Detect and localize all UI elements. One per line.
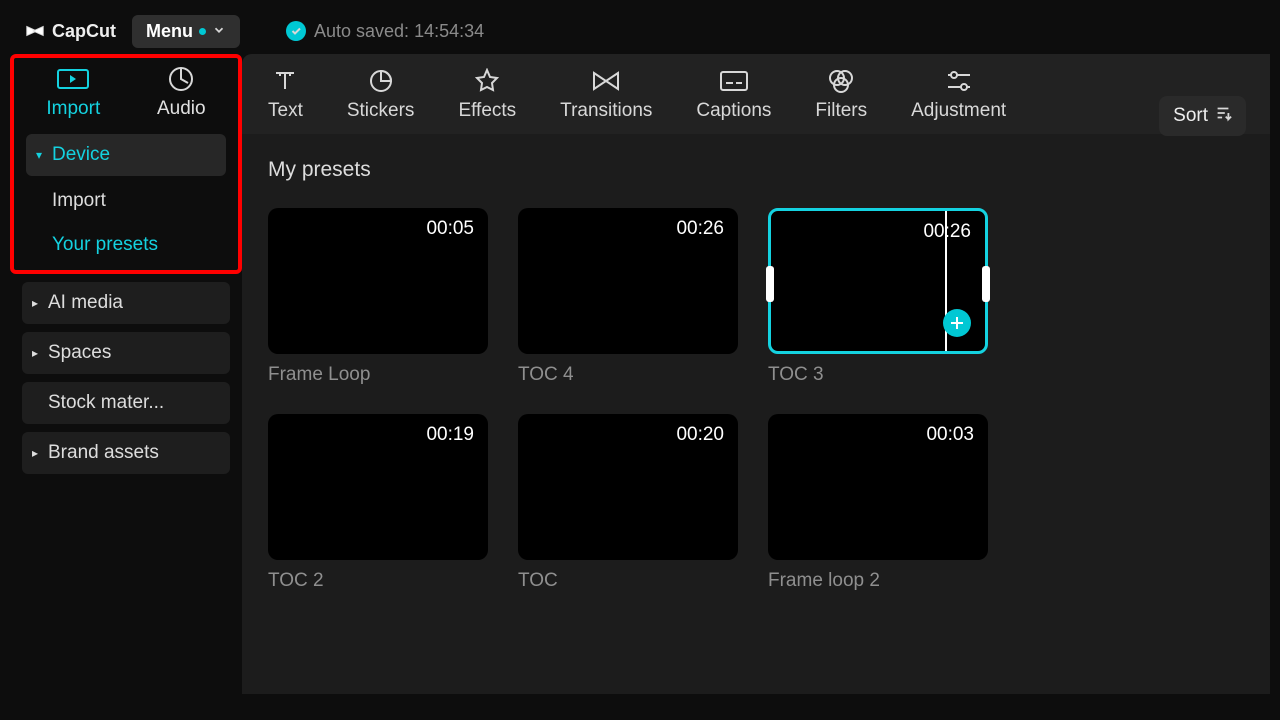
- caret-right-icon: ▸: [32, 346, 42, 360]
- tab-adjustment[interactable]: Adjustment: [911, 68, 1006, 122]
- import-icon: [56, 66, 90, 92]
- tab-import-label: Import: [46, 98, 100, 120]
- sidebar-brand-label: Brand assets: [48, 442, 159, 464]
- preset-card[interactable]: 00:03 Frame loop 2: [768, 414, 988, 592]
- preset-label: TOC 2: [268, 570, 488, 592]
- preset-thumbnail[interactable]: 00:19: [268, 414, 488, 560]
- preset-thumbnail-selected[interactable]: 00:26: [768, 208, 988, 354]
- chevron-down-icon: [212, 21, 226, 42]
- preset-card[interactable]: 00:19 TOC 2: [268, 414, 488, 592]
- menu-label: Menu: [146, 21, 193, 42]
- sidebar-item-ai-media[interactable]: ▸ AI media: [22, 282, 230, 324]
- sort-button[interactable]: Sort: [1159, 96, 1246, 136]
- tab-text[interactable]: Text: [268, 68, 303, 122]
- tab-audio[interactable]: Audio: [157, 66, 206, 120]
- preset-thumbnail[interactable]: 00:20: [518, 414, 738, 560]
- sort-icon: [1214, 104, 1232, 128]
- tab-captions[interactable]: Captions: [696, 68, 771, 122]
- preset-duration: 00:19: [426, 424, 474, 446]
- sidebar-device-label: Device: [52, 144, 110, 166]
- adjustment-icon: [945, 68, 973, 94]
- sidebar-sub-import[interactable]: Import: [26, 182, 226, 220]
- preset-label: TOC: [518, 570, 738, 592]
- tab-audio-label: Audio: [157, 98, 206, 120]
- tab-stickers-label: Stickers: [347, 100, 415, 122]
- sidebar-spaces-label: Spaces: [48, 342, 111, 364]
- preset-card[interactable]: 00:05 Frame Loop: [268, 208, 488, 386]
- trim-handle-right[interactable]: [982, 266, 990, 302]
- tab-filters[interactable]: Filters: [815, 68, 867, 122]
- sidebar-item-device[interactable]: ▾ Device: [26, 134, 226, 176]
- check-icon: [286, 21, 306, 41]
- caret-right-icon: ▸: [32, 446, 42, 460]
- annotation-highlight: Import Audio ▾: [10, 54, 242, 274]
- trim-handle-left[interactable]: [766, 266, 774, 302]
- sidebar-sub-your-presets[interactable]: Your presets: [26, 226, 226, 264]
- preset-card[interactable]: 00:26 TOC 4: [518, 208, 738, 386]
- add-to-timeline-button[interactable]: [943, 309, 971, 337]
- preset-duration: 00:20: [676, 424, 724, 446]
- audio-icon: [168, 66, 194, 92]
- filters-icon: [827, 68, 855, 94]
- autosave-text: Auto saved: 14:54:34: [314, 21, 484, 42]
- preset-label: TOC 4: [518, 364, 738, 386]
- tab-effects-label: Effects: [458, 100, 516, 122]
- tab-text-label: Text: [268, 100, 303, 122]
- caret-down-icon: ▾: [36, 148, 46, 162]
- tab-transitions[interactable]: Transitions: [560, 68, 652, 122]
- tab-effects[interactable]: Effects: [458, 68, 516, 122]
- app-logo: CapCut: [24, 20, 116, 42]
- tab-filters-label: Filters: [815, 100, 867, 122]
- sidebar-stock-label: Stock mater...: [48, 392, 164, 414]
- preset-label: Frame loop 2: [768, 570, 988, 592]
- captions-icon: [719, 68, 749, 94]
- preset-label: Frame Loop: [268, 364, 488, 386]
- tab-import[interactable]: Import: [46, 66, 100, 120]
- menu-indicator-dot: [199, 28, 206, 35]
- tab-adjustment-label: Adjustment: [911, 100, 1006, 122]
- sidebar-item-spaces[interactable]: ▸ Spaces: [22, 332, 230, 374]
- preset-duration: 00:03: [926, 424, 974, 446]
- preset-duration: 00:05: [426, 218, 474, 240]
- section-title: My presets: [268, 158, 1244, 182]
- brand-text: CapCut: [52, 21, 116, 42]
- menu-button[interactable]: Menu: [132, 15, 240, 48]
- sort-label: Sort: [1173, 105, 1208, 127]
- preset-duration: 00:26: [923, 221, 971, 243]
- preset-duration: 00:26: [676, 218, 724, 240]
- text-icon: [272, 68, 298, 94]
- transitions-icon: [591, 68, 621, 94]
- preset-card[interactable]: 00:20 TOC: [518, 414, 738, 592]
- preset-thumbnail[interactable]: 00:05: [268, 208, 488, 354]
- caret-right-icon: ▸: [32, 296, 42, 310]
- autosave-status: Auto saved: 14:54:34: [286, 21, 484, 42]
- tab-captions-label: Captions: [696, 100, 771, 122]
- preset-thumbnail[interactable]: 00:26: [518, 208, 738, 354]
- effects-icon: [474, 68, 500, 94]
- sidebar-item-stock-materials[interactable]: ▸ Stock mater...: [22, 382, 230, 424]
- tab-transitions-label: Transitions: [560, 100, 652, 122]
- sidebar-sub-import-label: Import: [52, 190, 106, 211]
- preset-card[interactable]: 00:26 TOC 3: [768, 208, 988, 386]
- sidebar-item-brand-assets[interactable]: ▸ Brand assets: [22, 432, 230, 474]
- preset-label: TOC 3: [768, 364, 988, 386]
- capcut-logo-icon: [24, 20, 46, 42]
- preset-thumbnail[interactable]: 00:03: [768, 414, 988, 560]
- sidebar-ai-media-label: AI media: [48, 292, 123, 314]
- stickers-icon: [368, 68, 394, 94]
- sidebar-sub-your-presets-label: Your presets: [52, 234, 158, 255]
- tab-stickers[interactable]: Stickers: [347, 68, 415, 122]
